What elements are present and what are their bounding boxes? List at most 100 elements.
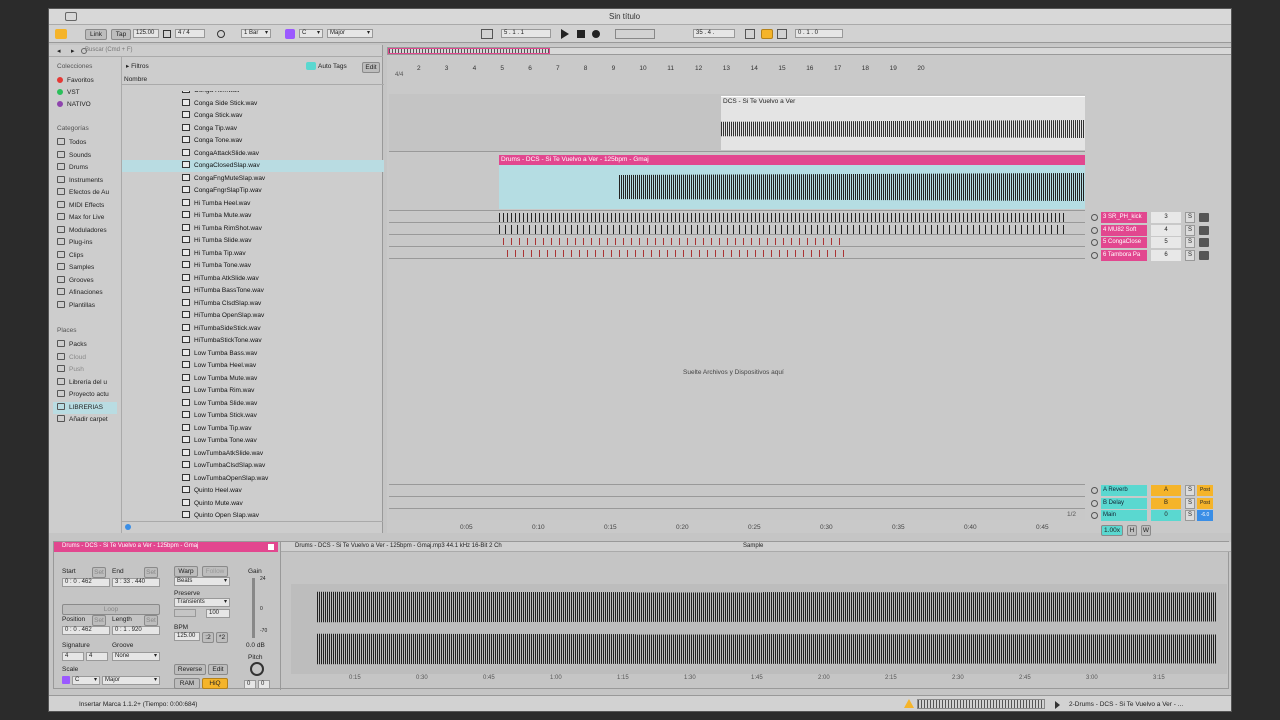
mixer-return-row[interactable]: Main 0 S -6.0 [1089,510,1229,521]
length-set-button[interactable]: Set [144,615,158,626]
mixer-return-row[interactable]: A Reverb A S Post [1089,485,1229,496]
track-name[interactable]: 5 CongaClose [1101,237,1147,248]
track-number[interactable]: 6 [1151,249,1181,261]
start-field[interactable]: 0 : 0 . 462 [62,578,110,587]
reverse-button[interactable]: Reverse [174,664,206,675]
track-3-kick[interactable] [389,212,1085,223]
selected-track-label[interactable]: 2-Drums - DCS - Si Te Vuelvo a Ver - ... [1069,701,1183,708]
overview-visible-region[interactable] [388,48,550,54]
category-item[interactable]: Instruments [57,175,103,187]
return-letter[interactable]: A [1151,485,1181,496]
place-item[interactable]: Añadir carpet [57,414,108,426]
track-number[interactable]: 5 [1151,237,1181,248]
scale-mode-select[interactable]: Major [102,676,160,685]
position-field[interactable]: 0 : 0 . 462 [62,626,110,635]
punch-icon[interactable] [745,29,755,39]
file-item[interactable]: Low Tumba Tone.wav [182,435,257,447]
track-name[interactable]: 4 MU82 Soft [1101,224,1147,236]
hamburger-icon[interactable] [65,12,77,21]
pitch-fine-field[interactable]: 0 [258,680,270,689]
scale-mode-icon[interactable] [285,29,295,39]
track-number[interactable]: 3 [1151,212,1181,223]
mixer-track-row[interactable]: 5 CongaClose 5 S [1089,237,1229,248]
mixer-return-row[interactable]: B Delay B S Post [1089,497,1229,509]
loop-button[interactable]: Loop [62,604,160,615]
category-item[interactable]: Drums [57,162,88,174]
filters-toggle[interactable]: ▸ Filtros [126,62,149,70]
follow-button[interactable]: Follow [202,566,228,577]
preserve-select[interactable]: Transients [174,598,230,607]
track-name[interactable]: 3 SR_PH_kick [1101,212,1147,223]
file-item[interactable]: Hi Tumba Heel.wav [182,198,250,210]
scale-icon[interactable] [62,676,70,684]
w-button[interactable]: W [1141,525,1151,536]
auto-tags-icon[interactable] [306,62,316,70]
file-item[interactable]: CongaClosedSlap.wav [122,160,384,172]
category-item[interactable]: Plug-ins [57,237,92,249]
file-item[interactable]: Low Tumba Mute.wav [182,373,257,385]
pitch-knob[interactable] [250,662,264,676]
file-item[interactable]: Hi Tumba RimShot.wav [182,223,262,235]
solo-button[interactable]: S [1185,212,1195,223]
song-position-field[interactable]: 5 . 1 . 1 [501,29,551,38]
half-tempo-button[interactable]: :2 [202,632,214,643]
loop-mode-icon[interactable] [174,609,196,617]
track-activator-icon[interactable] [1091,214,1098,221]
place-item[interactable]: Push [57,364,84,376]
post-button[interactable]: Post [1197,485,1213,496]
track-5-conga[interactable] [389,236,1085,247]
double-tempo-button[interactable]: *2 [216,632,228,643]
file-item[interactable]: Hi Tumba Mute.wav [182,210,251,222]
start-set-button[interactable]: Set [92,567,106,578]
view-toggle-icon[interactable] [55,29,67,39]
follow-icon[interactable] [481,29,493,39]
edit-tags-button[interactable]: Edit [362,62,380,73]
audio-clip-si-te-vuelvo[interactable]: DCS - Si Te Vuelvo a Ver [721,96,1085,150]
file-item[interactable]: LowTumbaClsdSlap.wav [182,460,265,472]
return-name[interactable]: Main [1101,510,1147,521]
key-select[interactable]: C [299,29,323,38]
edit-button[interactable]: Edit [208,664,228,675]
length-field[interactable]: 0 : 1 . 920 [112,626,160,635]
file-item[interactable]: Low Tumba Stick.wav [182,410,257,422]
category-item[interactable]: Plantillas [57,300,95,312]
warp-mode-select[interactable]: Beats [174,577,230,586]
arm-icon[interactable] [1199,250,1209,260]
link-button[interactable]: Link [85,29,107,40]
arm-icon[interactable] [1199,213,1209,222]
category-item[interactable]: Afinaciones [57,287,103,299]
track-drums[interactable]: Drums - DCS - Si Te Vuelvo a Ver - 125bp… [389,153,1085,211]
category-item[interactable]: Moduladores [57,225,107,237]
file-item[interactable]: Hi Tumba Slide.wav [182,235,251,247]
file-item[interactable]: Low Tumba Tip.wav [182,423,251,435]
search-input[interactable]: Buscar (Cmd + F) [85,47,133,53]
preview-icon[interactable] [125,524,131,530]
tap-button[interactable]: Tap [111,29,131,40]
play-track-icon[interactable] [1055,701,1060,709]
file-item[interactable]: CongaFngMuteSlap.wav [182,173,265,185]
name-column-header[interactable]: Nombre [122,75,384,85]
category-item[interactable]: Todos [57,137,86,149]
post-button[interactable]: Post [1197,497,1213,509]
tempo-field[interactable]: 125.00 [133,29,159,38]
draw-mode-icon[interactable] [777,29,787,39]
file-item[interactable]: CongaFngrSlapTip.wav [182,185,262,197]
hiq-button[interactable]: HiQ [202,678,228,689]
file-item[interactable]: Quinto Heel.wav [182,485,242,497]
loop-length-field[interactable]: 0 . 1 . 0 [795,29,843,38]
collection-item[interactable]: VST [57,87,80,99]
file-item[interactable]: Quinto Mute.wav [182,498,243,510]
solo-button[interactable]: S [1185,485,1195,496]
pitch-field[interactable]: 0 [244,680,256,689]
track-activator-icon[interactable] [1091,251,1098,259]
solo-button[interactable]: S [1185,510,1195,521]
midi-clip[interactable] [507,250,847,257]
sig-denominator[interactable]: 4 [86,652,108,661]
overview-strip[interactable] [387,47,1231,55]
return-letter[interactable]: 0 [1151,510,1181,521]
file-item[interactable]: Low Tumba Bass.wav [182,348,257,360]
track-6-tambora[interactable] [389,248,1085,259]
h-button[interactable]: H [1127,525,1137,536]
track-4-soft[interactable] [389,224,1085,235]
file-item[interactable]: Conga Tip.wav [182,123,237,135]
